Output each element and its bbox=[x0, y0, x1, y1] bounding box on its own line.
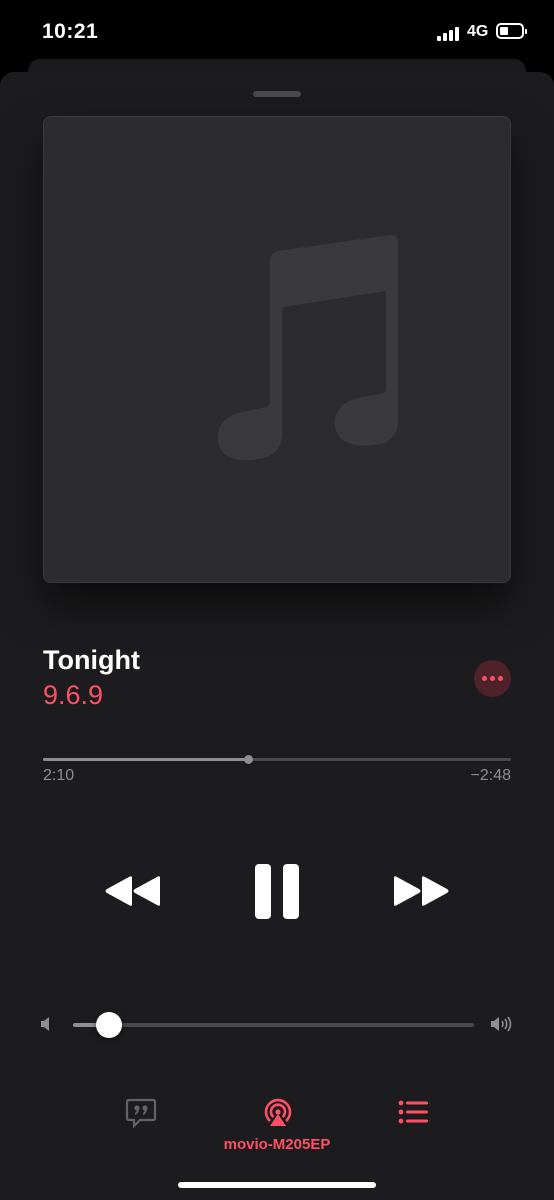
pause-button[interactable] bbox=[254, 864, 300, 924]
volume-knob[interactable] bbox=[96, 1012, 123, 1038]
playback-progress bbox=[43, 758, 248, 761]
volume-slider[interactable] bbox=[73, 1012, 474, 1038]
remaining-time: −2:48 bbox=[470, 767, 511, 784]
home-indicator[interactable] bbox=[178, 1182, 376, 1188]
rewind-button[interactable] bbox=[104, 874, 162, 913]
status-time: 10:21 bbox=[42, 20, 99, 43]
rewind-icon bbox=[105, 876, 160, 906]
playback-scrubber[interactable] bbox=[43, 755, 511, 764]
lyrics-button[interactable] bbox=[125, 1098, 157, 1133]
list-icon bbox=[398, 1100, 428, 1124]
elapsed-time: 2:10 bbox=[43, 767, 75, 784]
network-type: 4G bbox=[467, 23, 489, 40]
scrubber-knob[interactable] bbox=[243, 755, 253, 764]
airplay-button[interactable] bbox=[262, 1098, 294, 1133]
song-artist[interactable]: 9.6.9 bbox=[43, 680, 103, 711]
status-bar: 10:21 4G bbox=[0, 0, 554, 66]
queue-button[interactable] bbox=[398, 1100, 430, 1131]
more-options-button[interactable] bbox=[474, 660, 511, 697]
speaker-low-icon bbox=[41, 1017, 49, 1031]
fast-forward-icon bbox=[394, 876, 449, 906]
battery-icon bbox=[496, 23, 527, 39]
airplay-audio-icon bbox=[264, 1098, 292, 1126]
speaker-high-icon bbox=[491, 1016, 512, 1032]
fast-forward-button[interactable] bbox=[392, 874, 450, 913]
pause-icon bbox=[255, 864, 299, 919]
cellular-signal-icon bbox=[437, 25, 463, 41]
album-artwork bbox=[43, 116, 511, 583]
sheet-grabber[interactable] bbox=[253, 91, 301, 97]
quote-bubble-icon bbox=[125, 1098, 157, 1129]
airplay-device-name[interactable]: movio-M205EP bbox=[0, 1136, 554, 1153]
song-title: Tonight bbox=[43, 645, 140, 675]
music-note-icon bbox=[217, 235, 398, 461]
